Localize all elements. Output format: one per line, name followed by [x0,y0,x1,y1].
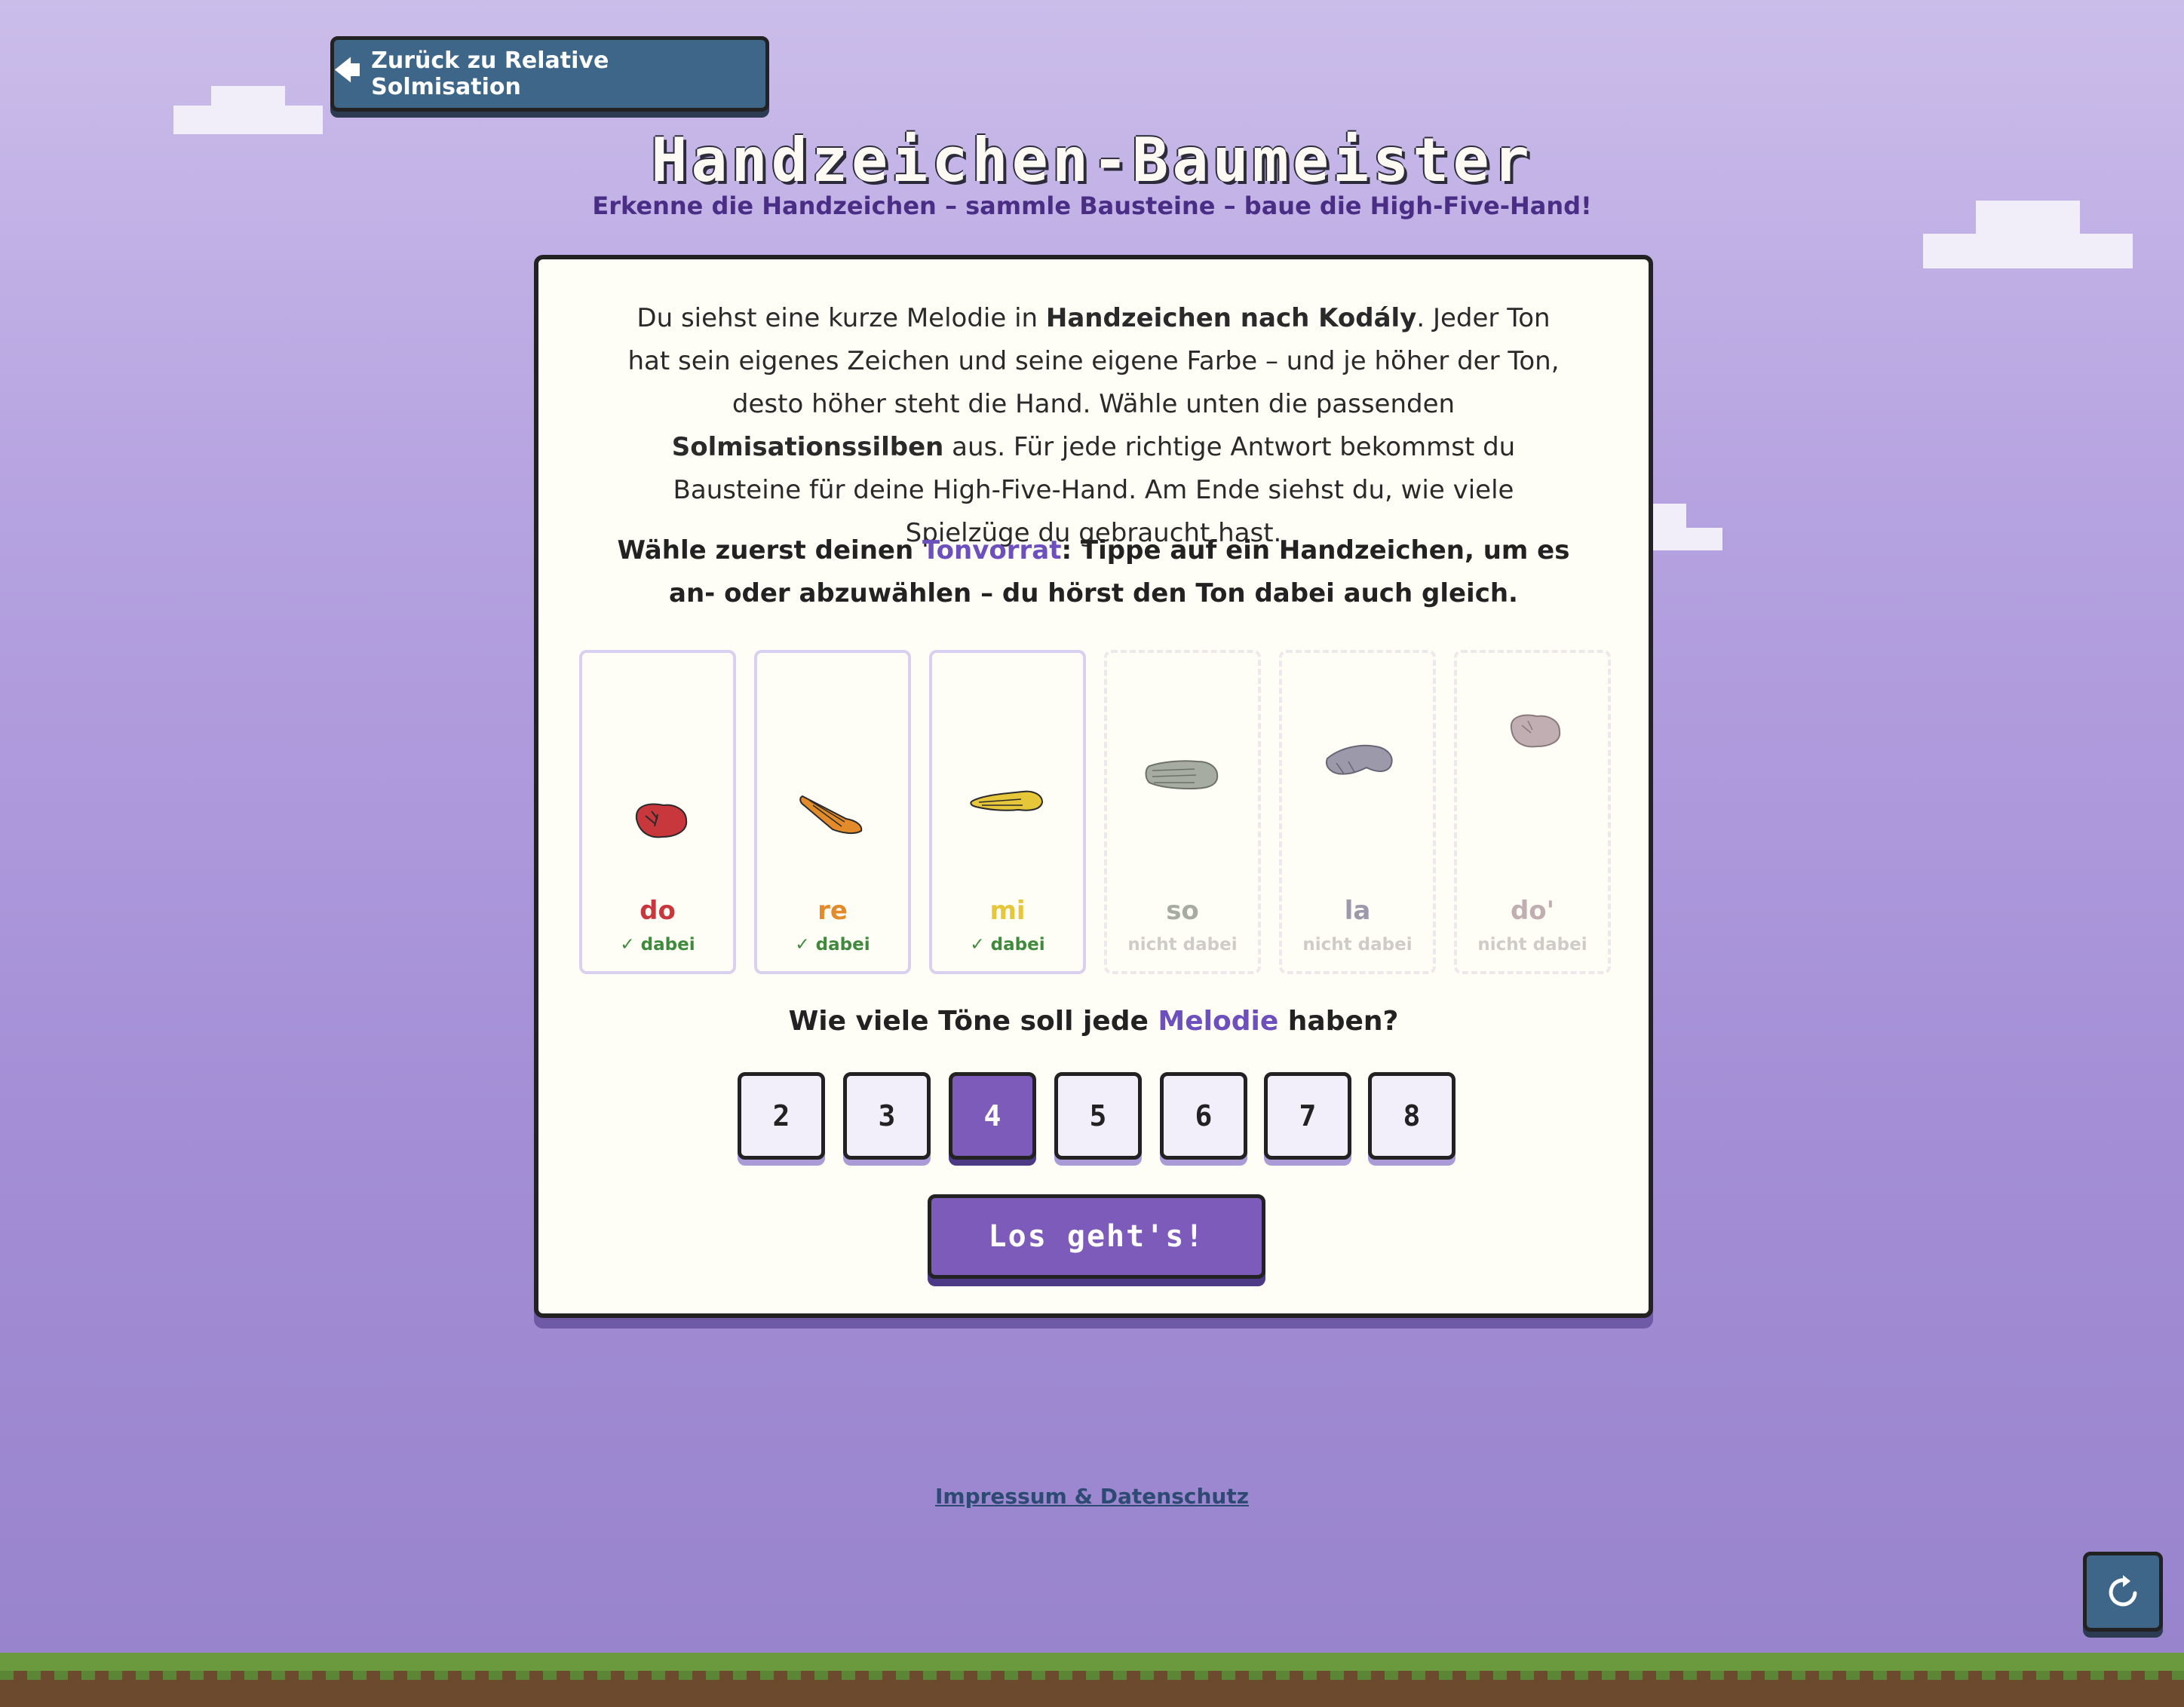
flat-hand-icon [970,790,1044,811]
open-hand-icon [1145,760,1219,790]
tone-tile-mi[interactable]: mi ✓ dabei [929,650,1086,974]
tone-status: nicht dabei [1477,935,1587,955]
tone-selector: do ✓ dabei re ✓ dabei mi ✓ dabei so nich… [579,650,1617,974]
cloud-right [1923,234,2133,268]
tone-tile-so[interactable]: so nicht dabei [1104,650,1261,974]
check-icon: ✓ [795,935,816,955]
drooping-hand-icon [1326,744,1393,775]
start-button[interactable]: Los geht's! [928,1194,1265,1279]
cloud-mid [1644,528,1722,550]
grass-edge [0,1671,2184,1680]
tone-syllable: so [1166,896,1199,926]
setup-card: Du siehst eine kurze Melodie in Handzeic… [534,255,1653,1318]
fist-hand-icon [635,803,688,838]
length-button-5[interactable]: 5 [1054,1072,1142,1160]
reload-icon [2109,1575,2137,1607]
tone-tile-high-do[interactable]: do' nicht dabei [1454,650,1611,974]
tone-tile-re[interactable]: re ✓ dabei [754,650,911,974]
high-fist-hand-icon [1510,714,1561,748]
arrow-left-icon: 🡄 [334,55,361,86]
length-button-6[interactable]: 6 [1160,1072,1247,1160]
dirt-strip [0,1680,2184,1707]
tone-status: ✓ dabei [795,935,870,955]
check-icon: ✓ [620,935,641,955]
tone-status: ✓ dabei [620,935,695,955]
tone-status: nicht dabei [1302,935,1413,955]
back-button-label: Zurück zu Relative Solmisation [371,48,609,100]
check-icon: ✓ [970,935,991,955]
tone-syllable: re [817,896,848,926]
reload-button[interactable] [2083,1552,2163,1632]
cloud-left-top [211,86,285,109]
tone-tile-do[interactable]: do ✓ dabei [579,650,736,974]
back-button[interactable]: 🡄 Zurück zu Relative Solmisation [330,36,769,112]
tone-status: nicht dabei [1127,935,1238,955]
tone-selection-instruction: Wähle zuerst deinen Tonvorrat: Tippe auf… [617,535,1570,608]
intro-text: Du siehst eine kurze Melodie in Handzeic… [627,303,1560,548]
imprint-link[interactable]: Impressum & Datenschutz [0,1484,2184,1509]
length-button-2[interactable]: 2 [738,1072,825,1160]
slanted-hand-icon [799,795,863,835]
tone-status: ✓ dabei [970,935,1045,955]
tone-tile-la[interactable]: la nicht dabei [1279,650,1436,974]
tone-syllable: do' [1510,896,1555,926]
length-button-7[interactable]: 7 [1264,1072,1351,1160]
tone-syllable: la [1344,896,1371,926]
tone-syllable: mi [989,896,1026,926]
length-button-8[interactable]: 8 [1368,1072,1455,1160]
length-button-3[interactable]: 3 [843,1072,931,1160]
length-button-4[interactable]: 4 [949,1072,1036,1160]
page-subtitle: Erkenne die Handzeichen – sammle Baustei… [592,192,1592,220]
melody-length-question: Wie viele Töne soll jede Melodie haben? [788,1006,1399,1037]
tone-syllable: do [640,896,676,926]
page-title: Handzeichen-Baumeister [651,125,1533,195]
